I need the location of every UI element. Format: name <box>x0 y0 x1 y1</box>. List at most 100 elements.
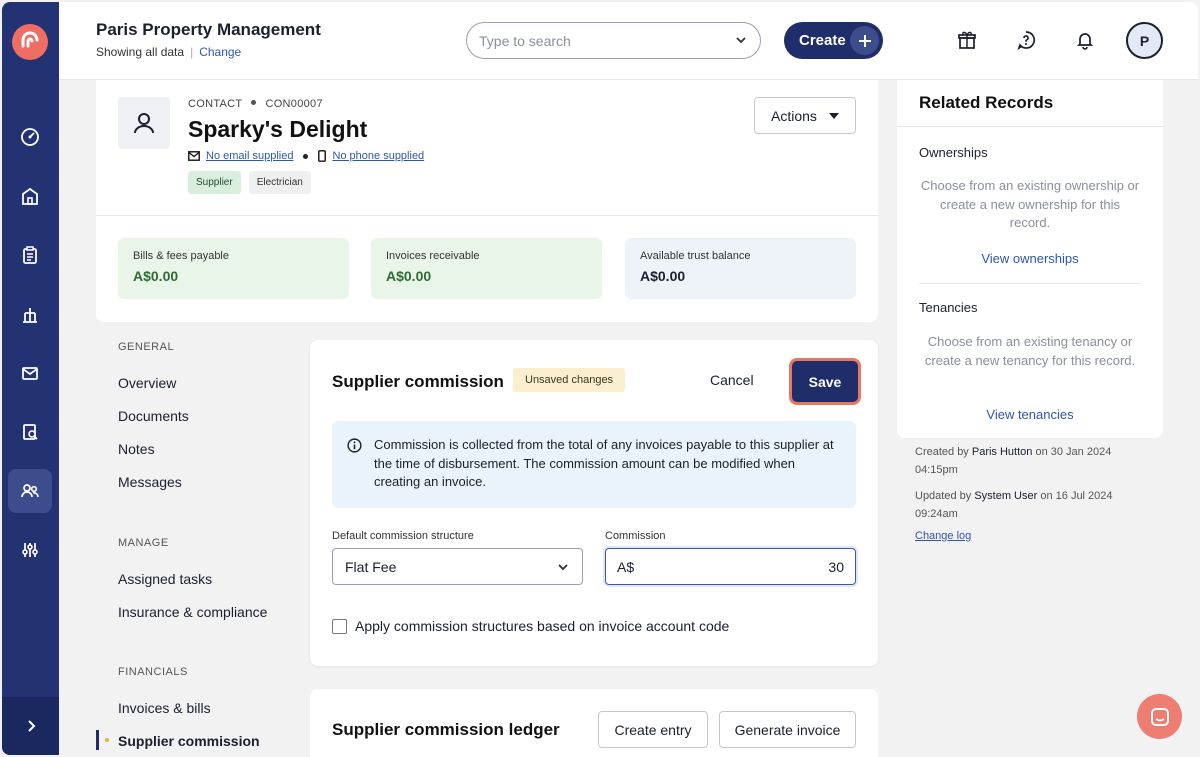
ownerships-title: Ownerships <box>919 145 988 160</box>
help-question-icon[interactable] <box>1015 29 1037 51</box>
created-meta: Created by Paris Hutton on 30 Jan 2024 0… <box>915 443 1155 479</box>
structure-value: Flat Fee <box>345 558 397 575</box>
nav-messages[interactable]: Messages <box>118 474 182 490</box>
search-placeholder: Type to search <box>479 32 571 49</box>
contact-code: CON00007 <box>265 98 323 110</box>
contact-tags: Supplier Electrician <box>188 171 311 194</box>
commission-structure-select[interactable]: Flat Fee <box>332 548 583 585</box>
ownerships-description: Choose from an existing ownership or cre… <box>920 178 1140 230</box>
left-nav-rail <box>2 2 59 755</box>
org-title: Paris Property Management <box>96 20 321 39</box>
stat-bills-fees-payable: Bills & fees payable A$0.00 <box>118 238 349 299</box>
tag-supplier: Supplier <box>188 171 241 194</box>
tasks-clipboard-icon[interactable] <box>8 233 52 277</box>
contact-kind-line: CONTACT CON00007 <box>188 98 323 110</box>
contact-card: CONTACT CON00007 Sparky's Delight No emai… <box>96 80 878 322</box>
phone-icon <box>318 150 327 162</box>
contact-name: Sparky's Delight <box>188 116 368 142</box>
chevron-right-icon <box>27 720 35 732</box>
commission-ledger-panel: Supplier commission ledger Create entry … <box>310 689 878 757</box>
expand-nav-button[interactable] <box>2 697 59 755</box>
create-button[interactable]: Create <box>784 22 883 59</box>
info-text: Commission is collected from the total o… <box>374 437 834 489</box>
related-title: Related Records <box>919 93 1054 112</box>
nav-insurance-compliance[interactable]: Insurance & compliance <box>118 604 267 620</box>
nav-supplier-commission[interactable]: Supplier commission <box>118 733 260 749</box>
change-scope-link[interactable]: Change <box>199 45 241 59</box>
gift-icon[interactable] <box>956 29 978 51</box>
nav-invoices-bills[interactable]: Invoices & bills <box>118 700 211 716</box>
email-link[interactable]: No email supplied <box>206 150 293 162</box>
stat-label: Available trust balance <box>640 250 751 262</box>
view-tenancies-link[interactable]: View tenancies <box>919 407 1141 422</box>
stat-label: Invoices receivable <box>386 250 480 262</box>
nav-notes[interactable]: Notes <box>118 441 155 457</box>
chevron-down-icon <box>558 564 568 571</box>
info-callout: Commission is collected from the total o… <box>332 421 856 508</box>
actions-label: Actions <box>771 107 817 124</box>
divider <box>919 283 1141 284</box>
ledger-title: Supplier commission ledger <box>332 720 560 739</box>
active-nav-indicator <box>96 730 99 750</box>
section-manage: MANAGE <box>118 537 169 549</box>
data-scope: Showing all data | Change <box>96 45 242 59</box>
stat-label: Bills & fees payable <box>133 250 229 262</box>
create-entry-button[interactable]: Create entry <box>598 711 708 748</box>
generate-invoice-button[interactable]: Generate invoice <box>719 711 856 748</box>
related-records-panel: Related Records Ownerships Choose from a… <box>897 80 1163 438</box>
change-log-link[interactable]: Change log <box>915 530 971 542</box>
account-code-option: Apply commission structures based on inv… <box>332 618 729 634</box>
stat-value: A$0.00 <box>133 268 179 284</box>
chat-icon <box>1150 707 1169 726</box>
unsaved-changes-badge: Unsaved changes <box>513 368 626 392</box>
contact-details: No email supplied No phone supplied <box>188 150 424 162</box>
search-input[interactable]: Type to search <box>466 22 761 59</box>
contact-header: CONTACT CON00007 Sparky's Delight No emai… <box>96 80 878 216</box>
stat-invoices-receivable: Invoices receivable A$0.00 <box>371 238 602 299</box>
account-code-checkbox[interactable] <box>332 618 347 634</box>
nav-documents[interactable]: Documents <box>118 408 189 424</box>
caret-down-icon <box>829 113 839 119</box>
chevron-down-icon <box>736 37 746 44</box>
person-icon <box>118 97 170 149</box>
unsaved-dot-indicator <box>105 738 109 742</box>
view-ownerships-link[interactable]: View ownerships <box>919 251 1141 266</box>
create-label: Create <box>799 32 846 49</box>
panel-title: Supplier commission <box>332 372 504 391</box>
supplier-commission-panel: Supplier commission Unsaved changes Canc… <box>310 340 878 666</box>
nav-assigned-tasks[interactable]: Assigned tasks <box>118 571 212 587</box>
stat-value: A$0.00 <box>640 268 686 284</box>
created-prefix: Created by <box>915 446 969 458</box>
contact-kind: CONTACT <box>188 98 243 110</box>
reports-search-icon[interactable] <box>8 410 52 454</box>
created-by: Paris Hutton <box>971 446 1033 458</box>
stat-value: A$0.00 <box>386 268 432 284</box>
app-logo-icon[interactable] <box>12 24 48 60</box>
plus-icon <box>850 26 879 55</box>
email-icon <box>188 151 200 161</box>
tenancies-title: Tenancies <box>919 300 978 315</box>
cancel-button[interactable]: Cancel <box>710 372 754 388</box>
phone-link[interactable]: No phone supplied <box>332 150 424 162</box>
notifications-bell-icon[interactable] <box>1074 29 1096 51</box>
contacts-people-icon[interactable] <box>8 469 52 513</box>
support-chat-button[interactable] <box>1137 694 1182 739</box>
updated-meta: Updated by System User on 16 Jul 2024 09… <box>915 487 1155 523</box>
updated-prefix: Updated by <box>915 490 972 502</box>
nav-overview[interactable]: Overview <box>118 375 176 391</box>
accounting-building-icon[interactable] <box>8 292 52 336</box>
actions-dropdown-button[interactable]: Actions <box>754 97 856 134</box>
properties-icon[interactable] <box>8 174 52 218</box>
commission-amount-input[interactable]: A$ 30 <box>605 548 856 585</box>
messages-mail-icon[interactable] <box>8 351 52 395</box>
updated-by: System User <box>974 490 1038 502</box>
stat-available-trust-balance: Available trust balance A$0.00 <box>625 238 856 299</box>
tenancies-description: Choose from an existing tenancy or creat… <box>924 334 1136 368</box>
dashboard-icon[interactable] <box>8 115 52 159</box>
structure-label: Default commission structure <box>332 530 474 542</box>
section-financials: FINANCIALS <box>118 666 188 678</box>
top-bar: Paris Property Management Showing all da… <box>59 2 1198 80</box>
save-button[interactable]: Save <box>792 361 858 402</box>
settings-sliders-icon[interactable] <box>8 528 52 572</box>
user-avatar[interactable]: P <box>1126 22 1163 59</box>
